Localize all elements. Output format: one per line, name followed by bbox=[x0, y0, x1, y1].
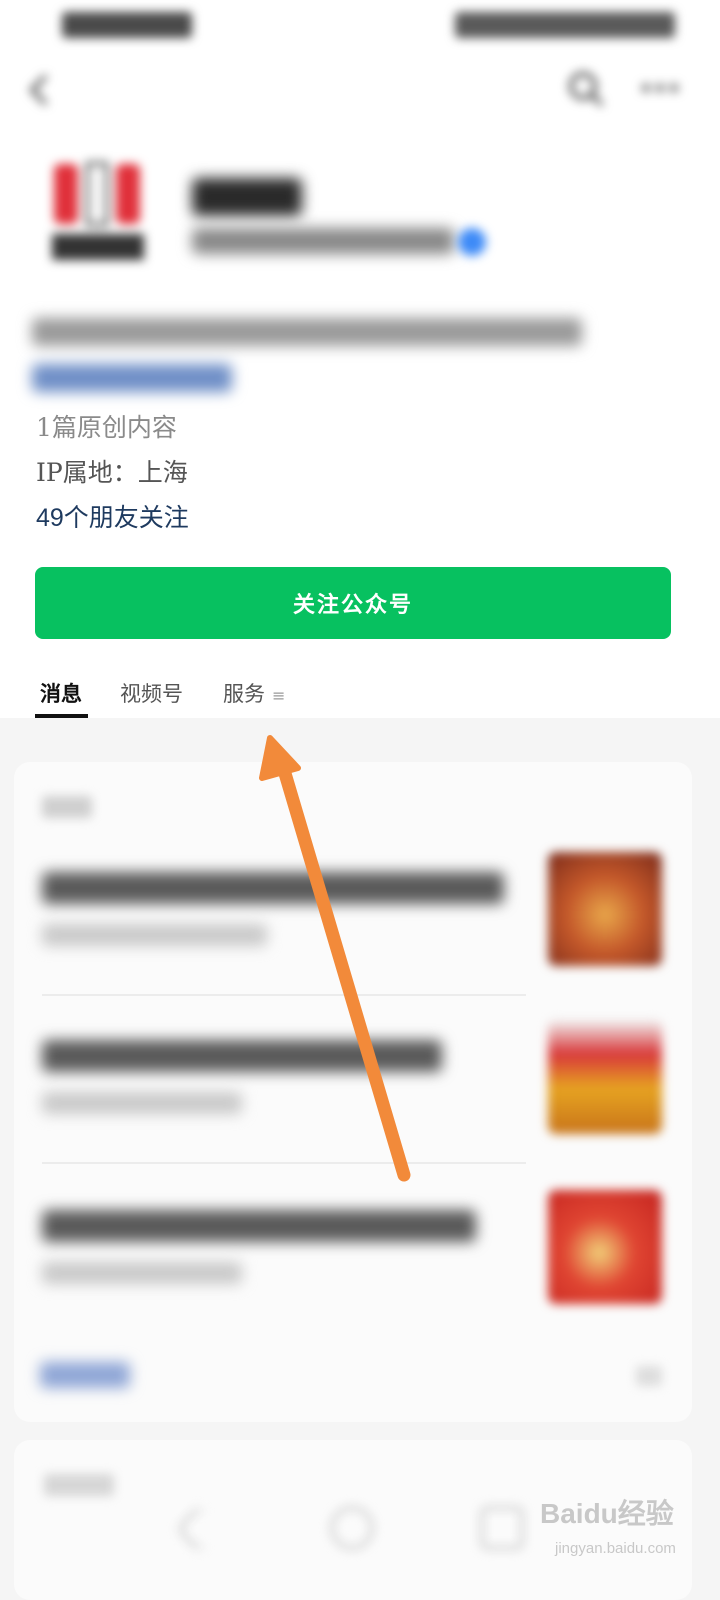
article-thumbnail[interactable] bbox=[548, 1190, 662, 1304]
tab-messages[interactable]: 消息 bbox=[40, 678, 82, 708]
original-content-count[interactable]: 1篇原创内容 bbox=[36, 408, 177, 444]
chevron-down-icon[interactable] bbox=[636, 1366, 662, 1386]
article-title[interactable] bbox=[42, 1040, 442, 1072]
account-company bbox=[192, 228, 454, 254]
account-links[interactable] bbox=[32, 364, 232, 392]
status-bar-left bbox=[62, 12, 192, 38]
system-home-button[interactable] bbox=[330, 1506, 374, 1550]
tab-channels[interactable]: 视频号 bbox=[120, 678, 183, 708]
baidu-watermark-url: jingyan.baidu.com bbox=[555, 1540, 676, 1557]
more-icon[interactable] bbox=[640, 78, 680, 98]
baidu-watermark: Baidu经验 bbox=[540, 1498, 674, 1529]
account-description bbox=[32, 318, 582, 346]
back-icon[interactable] bbox=[20, 70, 60, 110]
card-date-label bbox=[42, 796, 92, 818]
friends-following[interactable]: 49个朋友关注 bbox=[36, 498, 189, 534]
card-date-label bbox=[44, 1474, 114, 1496]
ip-location: IP属地：上海 bbox=[36, 458, 188, 487]
account-name bbox=[192, 178, 302, 216]
article-divider bbox=[42, 1162, 526, 1164]
article-divider bbox=[42, 994, 526, 996]
article-thumbnail[interactable] bbox=[548, 1020, 662, 1134]
article-thumbnail[interactable] bbox=[548, 852, 662, 966]
article-meta bbox=[42, 924, 267, 946]
article-meta bbox=[42, 1262, 242, 1284]
status-bar-right bbox=[455, 12, 675, 38]
search-icon[interactable] bbox=[565, 68, 607, 110]
view-all-link[interactable] bbox=[40, 1362, 130, 1388]
article-meta bbox=[42, 1092, 242, 1114]
menu-icon: ≡ bbox=[272, 686, 286, 705]
account-avatar[interactable] bbox=[48, 158, 148, 268]
system-recents-button[interactable] bbox=[480, 1506, 524, 1550]
article-title[interactable] bbox=[42, 1210, 476, 1242]
follow-account-button[interactable]: 关注公众号 bbox=[35, 567, 671, 639]
status-bar bbox=[0, 0, 720, 50]
verified-icon bbox=[458, 228, 486, 256]
tab-services[interactable]: 服务 bbox=[223, 678, 265, 708]
article-title[interactable] bbox=[42, 872, 504, 904]
